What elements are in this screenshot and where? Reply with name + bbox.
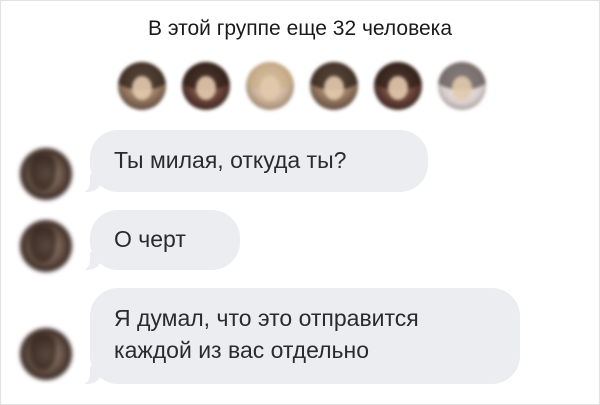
message-bubble[interactable]: Ты милая, откуда ты? (90, 130, 428, 192)
member-avatar-5[interactable] (374, 62, 422, 110)
sender-avatar[interactable] (20, 328, 72, 380)
message-text-line: Я думал, что это отправится (114, 305, 419, 331)
member-avatar-face (196, 76, 216, 100)
sender-avatar[interactable] (20, 220, 72, 272)
member-avatar-face (452, 76, 472, 100)
group-members-count: В этой группе еще 32 человека (147, 17, 453, 40)
group-member-avatars (118, 62, 490, 112)
member-avatar-face (324, 76, 344, 100)
message-text-line: каждой из вас отдельно (114, 337, 370, 363)
member-avatar-2[interactable] (182, 62, 230, 110)
message-bubble[interactable]: Я думал, что это отправится каждой из ва… (90, 288, 520, 384)
member-avatar-face (132, 76, 152, 100)
member-avatar-face (388, 76, 408, 100)
member-avatar-4[interactable] (310, 62, 358, 110)
member-avatar-face (260, 76, 280, 100)
sender-avatar[interactable] (20, 148, 72, 200)
member-avatar-3[interactable] (246, 62, 294, 110)
member-avatar-6[interactable] (438, 62, 486, 110)
member-avatar-1[interactable] (118, 62, 166, 110)
message-text: Ты милая, откуда ты? (114, 147, 347, 173)
message-bubble[interactable]: О черт (90, 210, 240, 270)
message-text: О черт (114, 226, 186, 252)
